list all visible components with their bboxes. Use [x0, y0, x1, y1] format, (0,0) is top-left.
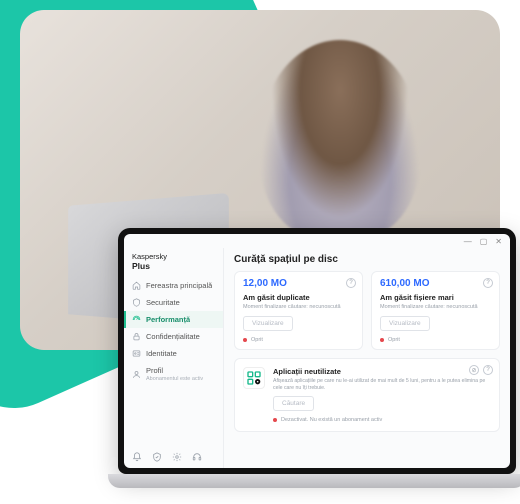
card-description: Moment finalizare căutare: necunoscută	[243, 304, 354, 310]
cards-row: ? 12,00 MO Am găsit duplicate Moment fin…	[234, 271, 500, 350]
app-body: Kaspersky Plus Fereastra principală	[124, 248, 510, 468]
brand-name: Kaspersky	[132, 252, 215, 261]
sidebar-item-label: Identitate	[146, 349, 177, 358]
help-icon[interactable]: ?	[483, 278, 493, 288]
sidebar-item-privacy[interactable]: Confidențialitate	[124, 328, 223, 345]
card-duplicates: ? 12,00 MO Am găsit duplicate Moment fin…	[234, 271, 363, 350]
help-icon[interactable]: ?	[346, 278, 356, 288]
sidebar-item-label: Performanță	[146, 315, 190, 324]
status-dot-icon	[243, 338, 247, 342]
card-description: Moment finalizare căutare: necunoscută	[380, 304, 491, 310]
laptop-screen: — ▢ ✕ Kaspersky Plus Ferea	[118, 228, 516, 474]
shield-check-icon[interactable]	[152, 452, 162, 462]
id-icon	[132, 349, 141, 358]
main-content: Curăță spațiul pe disc ? 12,00 MO Am găs…	[224, 248, 510, 468]
status-line: Oprit	[380, 337, 491, 343]
card-title: Am găsit fișiere mari	[380, 293, 491, 302]
card-description: Afișează aplicațiile pe care nu le-ai ut…	[273, 378, 491, 392]
sidebar-item-security[interactable]: Securitate	[124, 294, 223, 311]
view-button[interactable]: Vizualizare	[380, 316, 430, 331]
laptop-base	[108, 474, 520, 488]
app-window: — ▢ ✕ Kaspersky Plus Ferea	[124, 234, 510, 468]
sidebar-item-label: Securitate	[146, 298, 180, 307]
metric-value: 610,00 MO	[380, 278, 491, 289]
shield-icon	[132, 298, 141, 307]
bell-icon[interactable]	[132, 452, 142, 462]
gear-icon[interactable]	[172, 452, 182, 462]
card-unused-apps: ⊘ ? Aplicații neutilizate Afișează aplic…	[234, 358, 500, 432]
status-line: Oprit	[243, 337, 354, 343]
sidebar-item-identity[interactable]: Identitate	[124, 345, 223, 362]
card-large-files: ? 610,00 MO Am găsit fișiere mari Moment…	[371, 271, 500, 350]
window-close-icon[interactable]: ✕	[495, 238, 502, 246]
window-maximize-icon[interactable]: ▢	[480, 238, 488, 246]
window-minimize-icon[interactable]: —	[464, 238, 472, 246]
help-icon[interactable]: ?	[483, 365, 493, 375]
sidebar-item-performance[interactable]: Performanță	[124, 311, 223, 328]
metric-value: 12,00 MO	[243, 278, 354, 289]
sidebar-item-label: Fereastra principală	[146, 281, 212, 290]
sidebar-item-label: Profil	[146, 366, 203, 375]
gauge-icon	[132, 315, 141, 324]
search-button[interactable]: Căutare	[273, 396, 314, 411]
card-title: Aplicații neutilizate	[273, 367, 491, 376]
sidebar-item-home[interactable]: Fereastra principală	[124, 277, 223, 294]
status-line: Dezactivat. Nu există un abonament activ	[273, 417, 491, 423]
card-title: Am găsit duplicate	[243, 293, 354, 302]
status-text: Oprit	[251, 337, 263, 343]
status-text: Oprit	[388, 337, 400, 343]
home-icon	[132, 281, 141, 290]
page-title: Curăță spațiul pe disc	[234, 254, 500, 265]
sidebar: Kaspersky Plus Fereastra principală	[124, 248, 224, 468]
sidebar-bottom-icons	[124, 448, 223, 466]
status-dot-icon	[380, 338, 384, 342]
user-icon	[132, 370, 141, 379]
headset-icon[interactable]	[192, 452, 202, 462]
sidebar-item-profile[interactable]: Profil Abonamentul este activ	[124, 362, 223, 386]
view-button[interactable]: Vizualizare	[243, 316, 293, 331]
sidebar-item-sublabel: Abonamentul este activ	[146, 376, 203, 382]
window-controls: — ▢ ✕	[124, 234, 510, 248]
sidebar-nav: Fereastra principală Securitate	[124, 277, 223, 448]
status-dot-icon	[273, 418, 277, 422]
status-text: Dezactivat. Nu există un abonament activ	[281, 417, 382, 423]
brand-product: Plus	[132, 261, 215, 271]
apps-icon	[243, 367, 265, 389]
disabled-icon[interactable]: ⊘	[469, 365, 479, 375]
brand: Kaspersky Plus	[124, 252, 223, 277]
laptop-mockup: — ▢ ✕ Kaspersky Plus Ferea	[118, 228, 516, 492]
lock-icon	[132, 332, 141, 341]
sidebar-item-label: Confidențialitate	[146, 332, 200, 341]
